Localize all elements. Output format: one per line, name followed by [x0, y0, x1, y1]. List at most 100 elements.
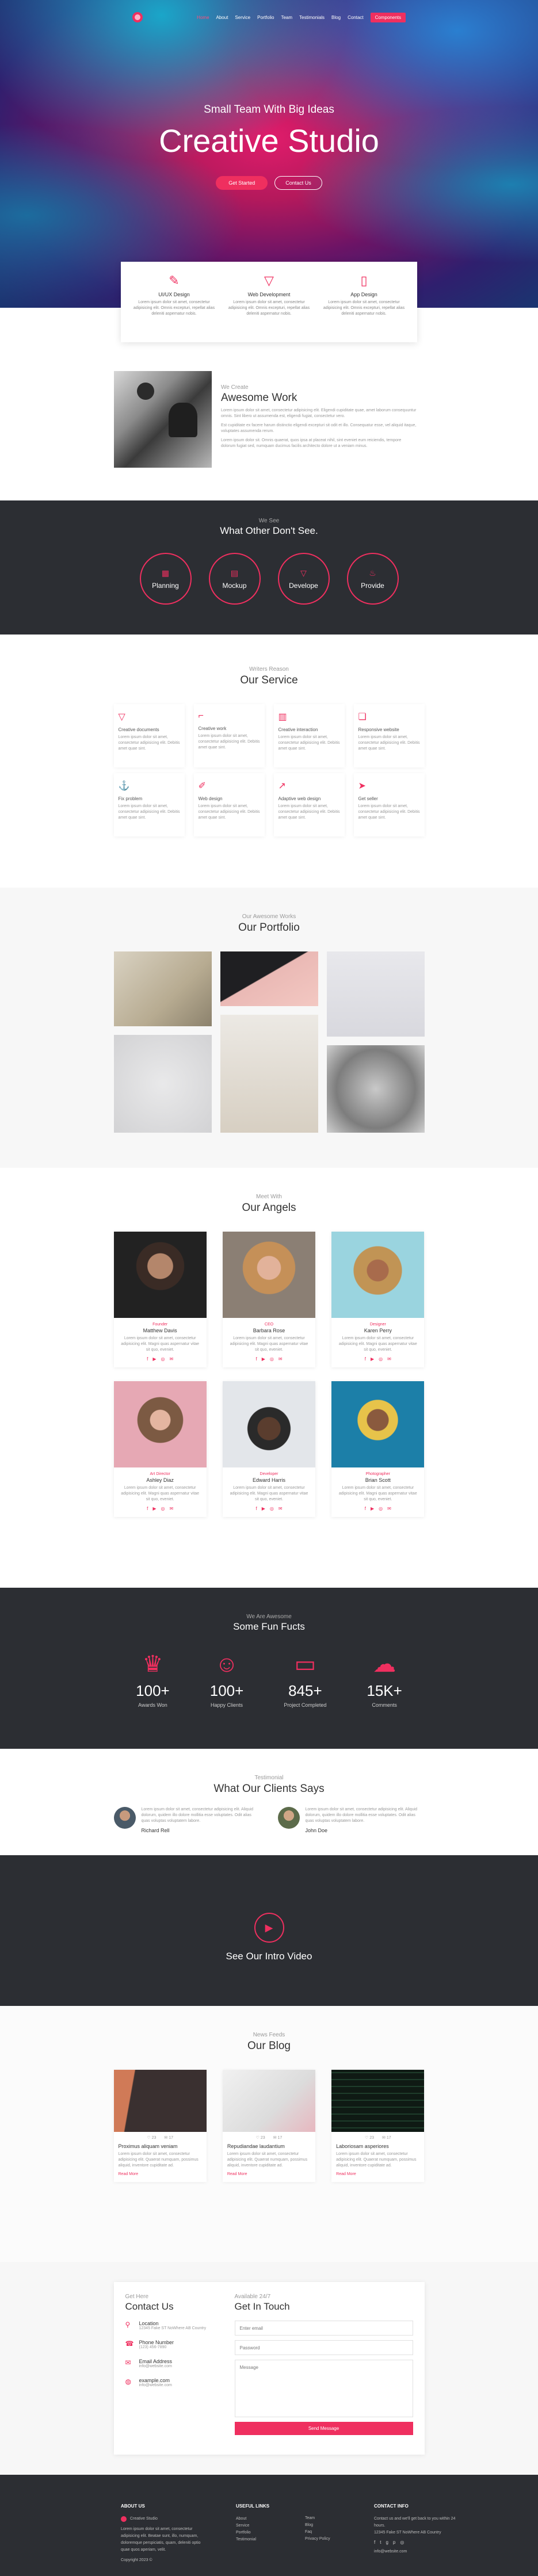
process-steps: ▦ Planning ▤ Mockup ▽ Develope ♨ Provide — [0, 553, 538, 605]
member-role: Developer — [260, 1472, 278, 1476]
about-team-photo — [114, 371, 212, 468]
send-message-button[interactable]: Send Message — [234, 2422, 413, 2435]
contact-item-title: example.com — [139, 2378, 170, 2383]
google-icon[interactable]: g — [386, 2540, 388, 2545]
read-more-link[interactable]: Read More — [114, 2171, 207, 2182]
service-text: Lorem ipsum dolor sit amet, consectetur … — [198, 804, 260, 820]
footer-link[interactable]: Faq — [305, 2529, 345, 2536]
instagram-icon[interactable]: ◎ — [270, 1506, 274, 1511]
member-photo — [222, 1232, 316, 1318]
message-field[interactable]: Message — [234, 2360, 413, 2417]
post-text: Lorem ipsum dolor sit amet, consectetur … — [118, 2152, 199, 2168]
team-member-card: Founder Matthew Davis Lorem ipsum dolor … — [113, 1232, 207, 1367]
footer-about: ABOUT US Creative Studio Lorem ipsum dol… — [121, 2504, 207, 2576]
testimonial-name: Richard Rell — [141, 1828, 170, 1833]
instagram-icon[interactable]: ◎ — [161, 1356, 165, 1362]
youtube-icon[interactable]: ▶ — [262, 1506, 265, 1511]
youtube-icon[interactable]: ▶ — [371, 1356, 374, 1362]
portfolio-item[interactable] — [113, 1035, 212, 1133]
chat-icon[interactable]: ✉ — [278, 1506, 283, 1511]
instagram-icon[interactable]: ◎ — [379, 1506, 383, 1511]
youtube-icon[interactable]: ▶ — [371, 1506, 374, 1511]
youtube-icon[interactable]: ▶ — [152, 1506, 156, 1511]
facts-title: Some Fun Fucts — [233, 1621, 305, 1632]
member-name: Matthew Davis — [143, 1328, 177, 1333]
footer-links: USEFUL LINKS About Service Portfolio Tes… — [236, 2504, 276, 2576]
portfolio-item[interactable] — [220, 951, 318, 1006]
team-section: Meet With Our Angels Founder Matthew Dav… — [0, 1168, 538, 1588]
contact-item-sub: info@website.com — [139, 2364, 172, 2368]
facebook-icon[interactable]: f — [374, 2540, 375, 2545]
footer-link[interactable]: Team — [305, 2515, 345, 2522]
instagram-icon[interactable]: ◎ — [270, 1356, 274, 1362]
footer-link[interactable]: Testimonial — [236, 2536, 276, 2543]
footer-address: 12345 Fake ST NoWhere AB Country — [374, 2531, 441, 2535]
portfolio-item[interactable] — [220, 1015, 318, 1133]
member-role: Founder — [152, 1323, 168, 1327]
twitter-icon[interactable]: t — [380, 2540, 381, 2545]
portfolio-item[interactable] — [326, 1045, 425, 1133]
footer-contact-title: CONTACT INFO — [374, 2504, 409, 2509]
service-card: ✐ Web design Lorem ipsum dolor sit amet, c… — [193, 773, 265, 836]
member-name: Brian Scott — [365, 1477, 391, 1483]
footer-link[interactable]: About — [236, 2516, 276, 2523]
youtube-icon[interactable]: ▶ — [262, 1356, 265, 1362]
post-title[interactable]: Proximus aliquam veniam — [114, 2143, 207, 2149]
member-photo — [222, 1381, 316, 1467]
footer-link[interactable]: Privacy Policy — [305, 2536, 345, 2543]
team-grid: Founder Matthew Davis Lorem ipsum dolor … — [113, 1232, 425, 1517]
youtube-icon[interactable]: ▶ — [152, 1356, 156, 1362]
avatar — [277, 1807, 300, 1829]
portfolio-item[interactable] — [326, 951, 425, 1037]
contact-item-sub: info@website.com — [139, 2383, 172, 2387]
post-title[interactable]: Laboriosam asperiores — [331, 2143, 424, 2149]
services-title: Our Service — [240, 674, 298, 686]
facts-row: ♛ 100+ Awards Won ☺ 100+ Happy Clients ▭ 845+… — [0, 1650, 538, 1708]
chat-icon[interactable]: ✉ — [170, 1506, 174, 1511]
footer-link[interactable]: Service — [236, 2523, 276, 2529]
service-card: ⌐ Creative work Lorem ipsum dolor sit amet… — [193, 704, 265, 767]
member-socials: f ▶ ◎ ✉ — [223, 1356, 315, 1362]
facebook-icon[interactable]: f — [255, 1356, 257, 1362]
footer-about-text: Lorem ipsum dolor sit amet, consectetur … — [121, 2527, 201, 2552]
feature-text: Lorem ipsum dolor sit amet, consectetur … — [133, 300, 215, 316]
footer-link[interactable]: Blog — [305, 2522, 345, 2529]
chat-icon[interactable]: ✉ — [170, 1356, 174, 1362]
member-socials: f ▶ ◎ ✉ — [331, 1356, 424, 1362]
smile-icon: ☺ — [215, 1652, 239, 1677]
testimonial-text: Lorem ipsum dolor sit amet, consectetur … — [305, 1807, 418, 1823]
brand-logo — [121, 2516, 127, 2522]
play-icon[interactable]: ▶ — [254, 1913, 284, 1943]
instagram-icon[interactable]: ◎ — [400, 2540, 404, 2545]
pinterest-icon[interactable]: p — [393, 2540, 395, 2545]
testimonials-row: Lorem ipsum dolor sit amet, consectetur … — [113, 1807, 425, 1833]
chat-icon[interactable]: ✉ — [278, 1356, 283, 1362]
post-title[interactable]: Repudiandae laudantium — [223, 2143, 315, 2149]
facebook-icon[interactable]: f — [147, 1356, 148, 1362]
password-field[interactable]: Password — [234, 2340, 413, 2355]
facebook-icon[interactable]: f — [147, 1506, 148, 1511]
read-more-link[interactable]: Read More — [331, 2171, 424, 2182]
testimonial-name: John Doe — [305, 1828, 328, 1833]
about-paragraph: Est cupiditate ex facere harum distincti… — [221, 423, 417, 433]
email-field[interactable]: Enter email — [234, 2321, 413, 2336]
member-name: Barbara Rose — [253, 1328, 285, 1333]
about-paragraph: Lorem ipsum dolor sit amet, consectetur … — [221, 408, 417, 418]
post-image — [331, 2070, 425, 2132]
footer-link[interactable]: Portfolio — [236, 2529, 276, 2536]
footer-contact: CONTACT INFO Contact us and we'll get ba… — [374, 2504, 466, 2576]
trending-icon: ↗ — [278, 781, 286, 791]
read-more-link[interactable]: Read More — [223, 2171, 315, 2182]
facebook-icon[interactable]: f — [365, 1356, 366, 1362]
service-card: ▥ Creative interaction Lorem ipsum dolor s… — [273, 704, 345, 767]
feature-title: UI/UX Design — [158, 292, 190, 297]
facebook-icon[interactable]: f — [255, 1506, 257, 1511]
portfolio-item[interactable] — [113, 951, 212, 1026]
facebook-icon[interactable]: f — [365, 1506, 366, 1511]
post-text: Lorem ipsum dolor sit amet, consectetur … — [227, 2152, 308, 2168]
chat-icon[interactable]: ✉ — [387, 1506, 391, 1511]
member-socials: f ▶ ◎ ✉ — [331, 1506, 424, 1511]
instagram-icon[interactable]: ◎ — [379, 1356, 383, 1362]
chat-icon[interactable]: ✉ — [387, 1356, 391, 1362]
instagram-icon[interactable]: ◎ — [161, 1506, 165, 1511]
